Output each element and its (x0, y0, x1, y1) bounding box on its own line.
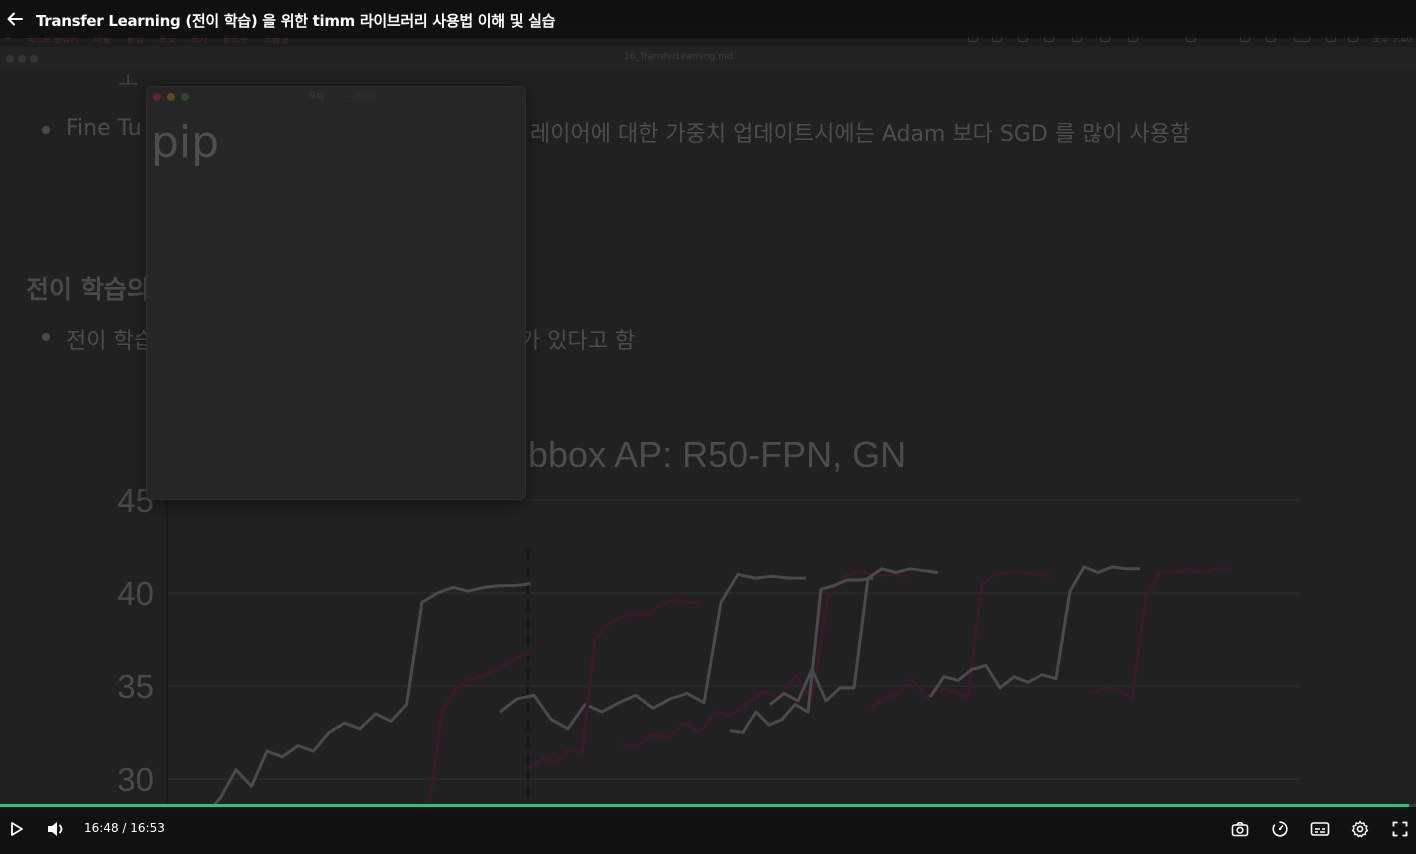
duration: 16:53 (130, 821, 165, 835)
series-line-3 (499, 572, 806, 731)
pip-subtitle: — 편집됨 (343, 92, 376, 101)
video-title: Transfer Learning (전이 학습) 을 위한 timm 라이브러… (36, 12, 556, 30)
play-icon (11, 822, 23, 836)
bullet-text: Fine Tu (66, 116, 142, 141)
video-frame[interactable]: ● 텍스트 편집기 파일 편집 포맷 보기 윈도우 도움말 오후 5:40 16… (0, 0, 1416, 854)
bullet-dot (42, 126, 50, 134)
series-line-10 (1089, 567, 1230, 701)
chart-title: bbox AP: R50-FPN, GN (528, 434, 906, 475)
pip-text-window[interactable]: 무제 — 편집됨 pip (146, 86, 526, 500)
y-tick-labels: 45403530 (117, 482, 154, 798)
pip-title: 무제 (309, 92, 324, 101)
bullet-dot (42, 333, 50, 341)
bullet-text: 전이 학습 (66, 329, 154, 354)
volume-button[interactable] (44, 818, 68, 840)
pip-minimize-dot[interactable] (167, 93, 175, 101)
gear-icon (1351, 820, 1369, 838)
player-controls: 16:48 / 16:53 (0, 807, 1416, 854)
y-tick-label: 30 (117, 761, 154, 798)
subtitles-button[interactable] (1308, 818, 1332, 840)
subtitles-icon (1310, 822, 1330, 836)
editor-filename: 16_TransferLearning.md (624, 52, 733, 62)
y-tick-label: 35 (117, 668, 154, 705)
camera-icon (1231, 822, 1249, 837)
editor-title-bar: 16_TransferLearning.md (0, 47, 1416, 69)
window-close-dot (6, 55, 14, 63)
pip-maximize-dot[interactable] (181, 93, 189, 101)
window-max-dot (30, 55, 38, 63)
speed-icon (1272, 821, 1288, 837)
chart-grid (167, 499, 1300, 780)
pip-close-dot[interactable] (153, 93, 161, 101)
current-time: 16:48 (84, 821, 119, 835)
bullet-text-tail: 가 있다고 함 (520, 329, 636, 354)
settings-button[interactable] (1348, 818, 1372, 840)
screenshot-button[interactable] (1228, 818, 1252, 840)
speed-button[interactable] (1268, 818, 1292, 840)
series-line-7 (769, 567, 939, 706)
pip-text-content[interactable]: pip (151, 117, 219, 168)
series-line-6 (729, 576, 874, 734)
series-line-4 (529, 598, 699, 770)
arrow-left-icon (7, 12, 23, 26)
back-button[interactable] (6, 10, 24, 28)
y-tick-label: 40 (117, 575, 154, 612)
time-display: 16:48 / 16:53 (84, 821, 165, 835)
bullet-text-tail: 레이어에 대한 가중치 업데이트시에는 Adam 보다 SGD 를 많이 사용함 (530, 122, 1191, 147)
player-top-bar: Transfer Learning (전이 학습) 을 위한 timm 라이브러… (0, 0, 1416, 38)
time-separator: / (118, 821, 131, 835)
play-button[interactable] (4, 818, 28, 840)
series-line-9 (928, 565, 1140, 699)
cropped-text-line: ㅗ (118, 70, 139, 90)
window-min-dot (18, 55, 26, 63)
series-line-1 (203, 582, 531, 818)
section-heading: 전이 학습의 (26, 275, 150, 304)
volume-icon (48, 822, 63, 836)
fullscreen-icon (1392, 821, 1408, 837)
fullscreen-button[interactable] (1388, 818, 1412, 840)
